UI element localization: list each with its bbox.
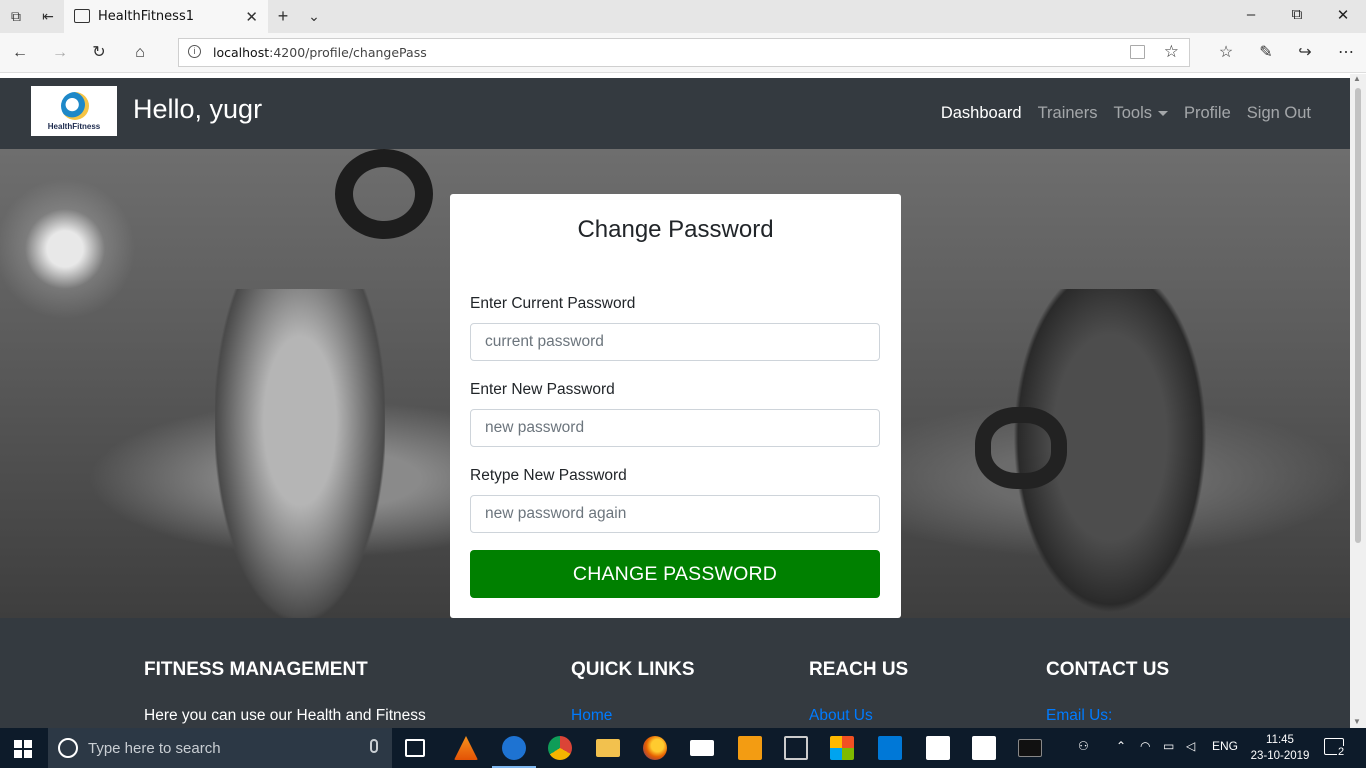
favorite-star-icon[interactable]: ☆	[1164, 42, 1179, 62]
footer-col-quick-links: QUICK LINKS Home	[571, 659, 695, 724]
forward-icon[interactable]: →	[50, 43, 70, 63]
url-text[interactable]: localhost:4200/profile/changePass	[213, 45, 427, 60]
windows-start-icon[interactable]	[14, 740, 32, 758]
app-icon-orange[interactable]	[738, 736, 762, 760]
people-icon[interactable]: ⚇	[1078, 739, 1089, 753]
footer-heading: QUICK LINKS	[571, 659, 695, 680]
footer-col-contact: CONTACT US Email Us:	[1046, 659, 1170, 724]
logo-mark-icon	[61, 92, 89, 120]
change-password-card: Change Password Enter Current Password E…	[450, 194, 901, 618]
logo-text: HealthFitness	[47, 122, 101, 131]
clock-time: 11:45	[1266, 734, 1294, 746]
share-icon[interactable]: ↪	[1295, 43, 1315, 63]
scrollbar-thumb[interactable]	[1355, 88, 1361, 543]
footer-col-reach-us: REACH US About Us	[809, 659, 909, 724]
show-hidden-icons-chevron-icon[interactable]: ⌃	[1116, 739, 1126, 753]
reading-view-icon[interactable]	[1130, 45, 1145, 59]
current-password-label: Enter Current Password	[470, 295, 636, 312]
nav-profile[interactable]: Profile	[1184, 104, 1231, 123]
set-tabs-aside-icon[interactable]: ⇤	[40, 8, 56, 24]
hero-kettlebell-left	[335, 149, 433, 239]
nav-tools[interactable]: Tools	[1113, 104, 1168, 123]
clock-date: 23-10-2019	[1250, 750, 1310, 762]
minimize-icon[interactable]: –	[1241, 6, 1261, 23]
hero-kettlebell-right	[975, 407, 1067, 489]
chrome-icon[interactable]	[548, 736, 572, 760]
terminal-icon[interactable]	[1018, 739, 1042, 757]
main-nav: Dashboard Trainers Tools Profile Sign Ou…	[941, 104, 1311, 123]
battery-icon[interactable]: ▭	[1163, 739, 1174, 753]
new-password-label: Enter New Password	[470, 381, 615, 398]
site-header: HealthFitness Hello, yugr Dashboard Trai…	[0, 78, 1350, 149]
browser-toolbar: ← → ↻ ⌂ i localhost:4200/profile/changeP…	[0, 33, 1366, 73]
mongodb-compass-icon[interactable]	[972, 736, 996, 760]
mongodb-icon[interactable]	[926, 736, 950, 760]
footer-heading: CONTACT US	[1046, 659, 1170, 680]
mail-icon[interactable]	[690, 740, 714, 756]
search-placeholder: Type here to search	[88, 740, 221, 757]
footer-link-home[interactable]: Home	[571, 707, 612, 725]
notification-count: 2	[1337, 746, 1346, 758]
footer-heading: REACH US	[809, 659, 909, 680]
microphone-icon[interactable]	[370, 739, 378, 753]
nav-sign-out[interactable]: Sign Out	[1247, 104, 1311, 123]
restore-icon[interactable]: ⧉	[1287, 6, 1307, 23]
vlc-icon[interactable]	[454, 736, 478, 760]
current-password-input[interactable]	[470, 323, 880, 361]
change-password-button[interactable]: CHANGE PASSWORD	[470, 550, 880, 598]
cortana-icon	[58, 738, 78, 758]
page-icon	[74, 9, 90, 23]
scroll-up-icon[interactable]: ▲	[1353, 74, 1361, 83]
scroll-down-icon[interactable]: ▼	[1353, 717, 1361, 726]
volume-icon[interactable]: ◁	[1186, 739, 1195, 753]
greeting: Hello, yugr	[133, 94, 263, 124]
more-icon[interactable]: ⋯	[1336, 43, 1356, 63]
store-icon[interactable]	[830, 736, 854, 760]
network-icon[interactable]: ◠	[1140, 739, 1150, 753]
task-view-icon[interactable]	[405, 739, 425, 757]
refresh-icon[interactable]: ↻	[89, 43, 109, 63]
address-bar[interactable]: i localhost:4200/profile/changePass ☆	[178, 38, 1190, 67]
tab-list-chevron-icon[interactable]: ⌄	[306, 8, 322, 24]
language-indicator[interactable]: ENG	[1212, 739, 1238, 753]
new-password-input[interactable]	[470, 409, 880, 447]
new-tab-icon[interactable]: +	[275, 7, 291, 25]
close-window-icon[interactable]: ✕	[1333, 6, 1353, 24]
footer-link-email[interactable]: Email Us:	[1046, 707, 1112, 725]
tab-title: HealthFitness1	[98, 9, 194, 24]
nav-dashboard[interactable]: Dashboard	[941, 104, 1022, 123]
app-icon-notes[interactable]	[784, 736, 808, 760]
footer-text: Here you can use our Health and Fitness	[144, 707, 426, 724]
taskbar-clock[interactable]: 11:45 23-10-2019	[1245, 732, 1315, 764]
browser-tab-bar: ⧉ ⇤ HealthFitness1 ✕ + ⌄ – ⧉ ✕	[0, 0, 1366, 33]
web-note-icon[interactable]: ✎	[1256, 43, 1276, 63]
form-title: Change Password	[577, 216, 774, 243]
nav-trainers[interactable]: Trainers	[1038, 104, 1098, 123]
hero-athlete-left	[215, 289, 385, 619]
footer-col-about: FITNESS MANAGEMENT Here you can use our …	[144, 659, 426, 724]
back-icon[interactable]: ←	[10, 43, 30, 63]
site-logo[interactable]: HealthFitness	[31, 86, 117, 136]
tab-overview-icon[interactable]: ⧉	[8, 8, 24, 24]
firefox-icon[interactable]	[643, 736, 667, 760]
chevron-down-icon	[1158, 111, 1168, 117]
web-page: HealthFitness Hello, yugr Dashboard Trai…	[0, 74, 1350, 728]
taskbar-search[interactable]: Type here to search	[48, 728, 392, 768]
browser-tab[interactable]: HealthFitness1 ✕	[64, 0, 268, 33]
edge-browser-icon[interactable]	[492, 736, 536, 768]
site-footer: FITNESS MANAGEMENT Here you can use our …	[0, 618, 1350, 728]
footer-heading: FITNESS MANAGEMENT	[144, 659, 368, 680]
home-icon[interactable]: ⌂	[130, 43, 150, 63]
footer-link-about-us[interactable]: About Us	[809, 707, 873, 725]
favorites-hub-icon[interactable]: ☆	[1216, 43, 1236, 63]
tab-close-icon[interactable]: ✕	[245, 8, 258, 26]
vscode-icon[interactable]	[878, 736, 902, 760]
retype-password-input[interactable]	[470, 495, 880, 533]
windows-taskbar: Type here to search ⚇ ⌃ ◠ ▭ ◁ ENG 11:45 …	[0, 728, 1366, 768]
file-explorer-icon[interactable]	[596, 739, 620, 757]
retype-password-label: Retype New Password	[470, 467, 627, 484]
site-info-icon[interactable]: i	[188, 45, 201, 58]
page-scrollbar[interactable]: ▲ ▼	[1350, 74, 1366, 728]
